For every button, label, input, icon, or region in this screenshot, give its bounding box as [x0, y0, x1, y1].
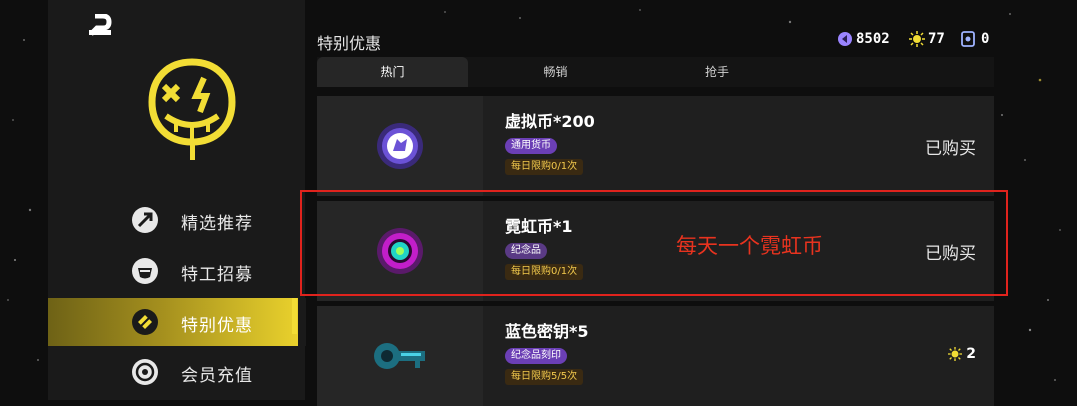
- item-category-badge: 通用货币: [505, 138, 557, 154]
- featured-icon: [132, 207, 158, 233]
- buy-price-button[interactable]: 2: [948, 346, 976, 362]
- page-title: 特别优惠: [317, 34, 382, 53]
- tab-hot[interactable]: 热门: [317, 57, 468, 87]
- special-offer-icon: [132, 309, 158, 335]
- gem-count: 8502: [856, 31, 890, 47]
- membership-icon: [132, 359, 158, 385]
- sidebar-item-label: 会员充值: [181, 366, 253, 386]
- gem-balance[interactable]: 8502: [837, 30, 890, 48]
- item-price: 2: [966, 346, 976, 362]
- item-name: 蓝色密钥*5: [505, 322, 589, 341]
- token-icon: [961, 31, 975, 47]
- sun-count: 77: [928, 31, 945, 47]
- sidebar-item-featured[interactable]: 精选推荐: [48, 196, 298, 244]
- active-indicator: [292, 298, 297, 334]
- shop-item-card[interactable]: 虚拟币*200 通用货币 每日限购0/1次 已购买: [317, 96, 994, 196]
- sidebar-item-label: 精选推荐: [181, 214, 253, 234]
- sidebar-item-agent-recruit[interactable]: 特工招募: [48, 247, 298, 295]
- item-thumbnail: [317, 96, 483, 196]
- highlight-annotation-box: [300, 190, 1008, 296]
- sun-icon: [909, 31, 925, 47]
- item-name: 虚拟币*200: [505, 112, 595, 131]
- smiley-emblem-icon: [148, 58, 236, 160]
- purchased-status: 已购买: [925, 139, 976, 159]
- item-category-badge: 纪念品刻印: [505, 348, 567, 364]
- purchase-limit-badge: 每日限购5/5次: [505, 369, 584, 385]
- tab-bestseller[interactable]: 畅销: [468, 57, 643, 87]
- token-balance[interactable]: 0: [960, 30, 989, 48]
- blue-key-icon: [374, 343, 425, 369]
- sidebar-item-membership[interactable]: 会员充值: [48, 348, 298, 396]
- sidebar-item-special-offer[interactable]: 特别优惠: [48, 298, 306, 346]
- purchase-limit-badge: 每日限购0/1次: [505, 159, 584, 175]
- sidebar-item-label: 特别优惠: [181, 316, 253, 336]
- item-thumbnail: [317, 306, 483, 406]
- sun-balance[interactable]: 77: [909, 30, 945, 48]
- sun-icon: [948, 347, 963, 361]
- shop-item-card[interactable]: 蓝色密钥*5 纪念品刻印 每日限购5/5次 2: [317, 306, 994, 406]
- tab-popular[interactable]: 抢手: [643, 57, 791, 87]
- tab-bar: 热门 畅销 抢手: [317, 57, 994, 87]
- virtual-coin-icon: [377, 123, 423, 169]
- sidebar-item-label: 特工招募: [181, 265, 253, 285]
- annotation-text: 每天一个霓虹币: [676, 234, 823, 258]
- agent-icon: [132, 258, 158, 284]
- gem-icon: [838, 32, 852, 46]
- app-logo-icon: [89, 14, 112, 36]
- token-count: 0: [981, 31, 990, 47]
